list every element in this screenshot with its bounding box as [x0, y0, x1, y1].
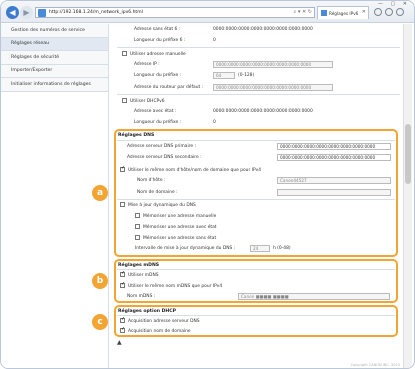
home-icon[interactable] — [374, 8, 382, 16]
dynamic-update-checkbox[interactable]: Mise à jour dynamique du DNS — [120, 201, 196, 208]
sidebar-item-label: Importer/Exporter — [11, 68, 53, 74]
callout-badge-b: b — [92, 273, 108, 289]
tab-favicon-icon — [321, 10, 327, 16]
checkbox-icon[interactable] — [122, 97, 127, 103]
same-mdns-checkbox[interactable]: Utiliser le même nom mDNS que pour IPv4 — [120, 281, 223, 289]
same-host-label: Utiliser le même nom d'hôte/nom de domai… — [128, 168, 261, 173]
stateless-address-value: 0000:0000:0000:0000:0000:0000:0000:0000 — [213, 27, 313, 32]
arrow-left-icon: ◀ — [9, 8, 16, 17]
checkbox-checked-icon[interactable] — [120, 326, 125, 333]
checkbox-icon[interactable] — [135, 212, 140, 218]
sidebar-item-import-export[interactable]: Importer/Exporter — [1, 64, 108, 78]
browser-tab[interactable]: Réglages IPv6 ✕ — [317, 6, 369, 19]
tab-close-icon[interactable]: ✕ — [362, 9, 366, 15]
search-refresh-icon[interactable]: ⌕ ▾ ✕ ↻ — [294, 9, 312, 15]
use-mdns-checkbox[interactable]: Utiliser mDNS — [120, 270, 159, 278]
dns-primary-label: Adresse serveur DNS primaire : — [127, 144, 197, 149]
use-mdns-label: Utiliser mDNS — [128, 273, 159, 278]
checkbox-checked-icon[interactable] — [120, 281, 125, 288]
address-bar[interactable]: http://192.168.1.24/m_network_ipv6.html … — [35, 7, 315, 18]
sidebar-item-label: Réglages de sécurité — [11, 54, 60, 60]
sidebar-item-initialize[interactable]: Initialiser informations de réglages — [1, 78, 108, 92]
checkbox-icon[interactable] — [135, 234, 140, 240]
host-name-input[interactable]: Canon44527 — [277, 177, 391, 184]
forward-button[interactable]: ▶ — [20, 6, 33, 19]
mdns-name-label: Nom mDNS : — [127, 294, 156, 299]
same-mdns-label: Utiliser le même nom mDNS que pour IPv4 — [128, 284, 223, 289]
checkbox-checked-icon[interactable] — [120, 316, 125, 323]
ip-address-input[interactable]: 0000:0000:0000:0000:0000:0000:0000:0000 — [213, 61, 333, 68]
manual-prefix-label: Longueur du préfixe : — [134, 73, 182, 78]
browser-window: ◀ ▶ http://192.168.1.24/m_network_ipv6.h… — [0, 0, 415, 369]
stateful-prefix-value: 0 — [213, 120, 216, 125]
same-host-checkbox[interactable]: Utiliser le même nom d'hôte/nom de domai… — [120, 165, 261, 173]
scrollbar[interactable] — [403, 24, 412, 368]
acquire-dns-label: Acquisition adresse serveur DNS — [128, 319, 200, 324]
acquire-dns-checkbox[interactable]: Acquisition adresse serveur DNS — [120, 316, 200, 324]
arrow-right-icon: ▶ — [23, 8, 30, 17]
register-manual-label: Mémoriser une adresse manuelle — [143, 214, 217, 219]
address-url: http://192.168.1.24/m_network_ipv6.html — [49, 10, 143, 15]
stateless-address-label: Adresse sans état 6 : — [134, 27, 181, 32]
manual-prefix-range: (0-128) — [238, 73, 255, 78]
manual-address-label: Utiliser adresse manuelle — [130, 52, 186, 57]
acquire-domain-label: Acquisition nom de domaine — [128, 329, 191, 334]
favorites-icon[interactable] — [385, 8, 393, 16]
sidebar-item-label: Initialiser informations de réglages — [11, 81, 91, 87]
sidebar-item-network-settings[interactable]: Réglages réseau — [1, 37, 108, 51]
interval-input[interactable]: 24 — [250, 245, 270, 252]
interval-unit: h (0-48) — [273, 246, 291, 251]
domain-name-label: Nom de domaine : — [137, 190, 178, 195]
register-stateful-checkbox[interactable]: Mémoriser une adresse avec état — [135, 223, 217, 230]
callout-badge-c: c — [92, 314, 108, 330]
scrollbar-thumb[interactable] — [405, 124, 411, 184]
stateful-prefix-label: Longueur du préfixe : — [134, 120, 182, 125]
dns-secondary-input[interactable]: 0000:0000:0000:0000:0000:0000:0000:0000 — [277, 154, 391, 161]
sidebar-item-label: Gestion des numéros de service — [11, 27, 85, 33]
register-stateless-label: Mémoriser une adresse sans état — [143, 236, 217, 241]
ip-address-label: Adresse IP : — [134, 62, 160, 67]
sidebar-item-security[interactable]: Réglages de sécurité — [1, 51, 108, 65]
dns-primary-input[interactable]: 0000:0000:0000:0000:0000:0000:0000:0000 — [277, 143, 391, 150]
callout-badge-a: a — [92, 185, 108, 201]
manual-prefix-input[interactable]: 64 — [213, 72, 235, 79]
window-controls[interactable]: — ▢ ✕ — [378, 1, 410, 7]
manual-address-checkbox[interactable]: Utiliser adresse manuelle — [122, 50, 186, 57]
default-router-input[interactable]: 0000:0000:0000:0000:0000:0000:0000:0000 — [213, 84, 333, 91]
tab-title: Réglages IPv6 — [329, 10, 359, 16]
browser-toolbar: ◀ ▶ http://192.168.1.24/m_network_ipv6.h… — [1, 1, 414, 23]
dhcpv6-label: Utiliser DHCPv6 — [130, 99, 165, 104]
register-stateful-label: Mémoriser une adresse avec état — [143, 225, 217, 230]
checkbox-icon[interactable] — [120, 201, 125, 207]
sidebar-item-service-numbers[interactable]: Gestion des numéros de service — [1, 24, 108, 38]
copyright-text: Copyright CANON INC. 2015 — [350, 363, 400, 367]
sidebar-item-label: Réglages réseau — [11, 41, 49, 47]
prefix-length-label: Longueur du préfixe 6 : — [134, 38, 186, 43]
register-stateless-checkbox[interactable]: Mémoriser une adresse sans état — [135, 234, 217, 241]
stateful-address-label: Adresse avec état : — [134, 109, 177, 114]
acquire-domain-checkbox[interactable]: Acquisition nom de domaine — [120, 326, 191, 334]
mdns-name-input[interactable]: Canon ■■■■ ■■■■ — [238, 293, 390, 300]
prefix-length-value: 0 — [213, 38, 216, 43]
domain-name-input[interactable] — [277, 189, 391, 196]
checkbox-icon[interactable] — [122, 50, 127, 56]
dns-section-title: Réglages DNS — [118, 133, 155, 138]
mdns-section-title: Réglages mDNS — [118, 263, 160, 268]
back-to-top-icon[interactable]: ▲ — [117, 339, 122, 346]
checkbox-checked-icon[interactable] — [120, 165, 125, 172]
stateful-address-value: 0000:0000:0000:0000:0000:0000:0000:0000 — [213, 109, 313, 114]
dns-secondary-label: Adresse serveur DNS secondaire : — [127, 155, 202, 160]
dhcpv6-checkbox[interactable]: Utiliser DHCPv6 — [122, 97, 165, 104]
dynamic-update-label: Mise à jour dynamique du DNS — [128, 203, 196, 208]
register-manual-checkbox[interactable]: Mémoriser une adresse manuelle — [135, 212, 217, 219]
interval-label: Intervalle de mise à jour dynamique du D… — [135, 246, 236, 251]
settings-gear-icon[interactable] — [396, 8, 404, 16]
default-router-label: Adresse du routeur par défaut : — [134, 85, 204, 90]
back-button[interactable]: ◀ — [6, 6, 19, 19]
checkbox-icon[interactable] — [135, 223, 140, 229]
checkbox-checked-icon[interactable] — [120, 270, 125, 277]
dhcp-section-title: Réglages option DHCP — [118, 309, 176, 314]
host-name-label: Nom d'hôte : — [137, 178, 166, 183]
site-favicon-icon — [38, 8, 46, 17]
